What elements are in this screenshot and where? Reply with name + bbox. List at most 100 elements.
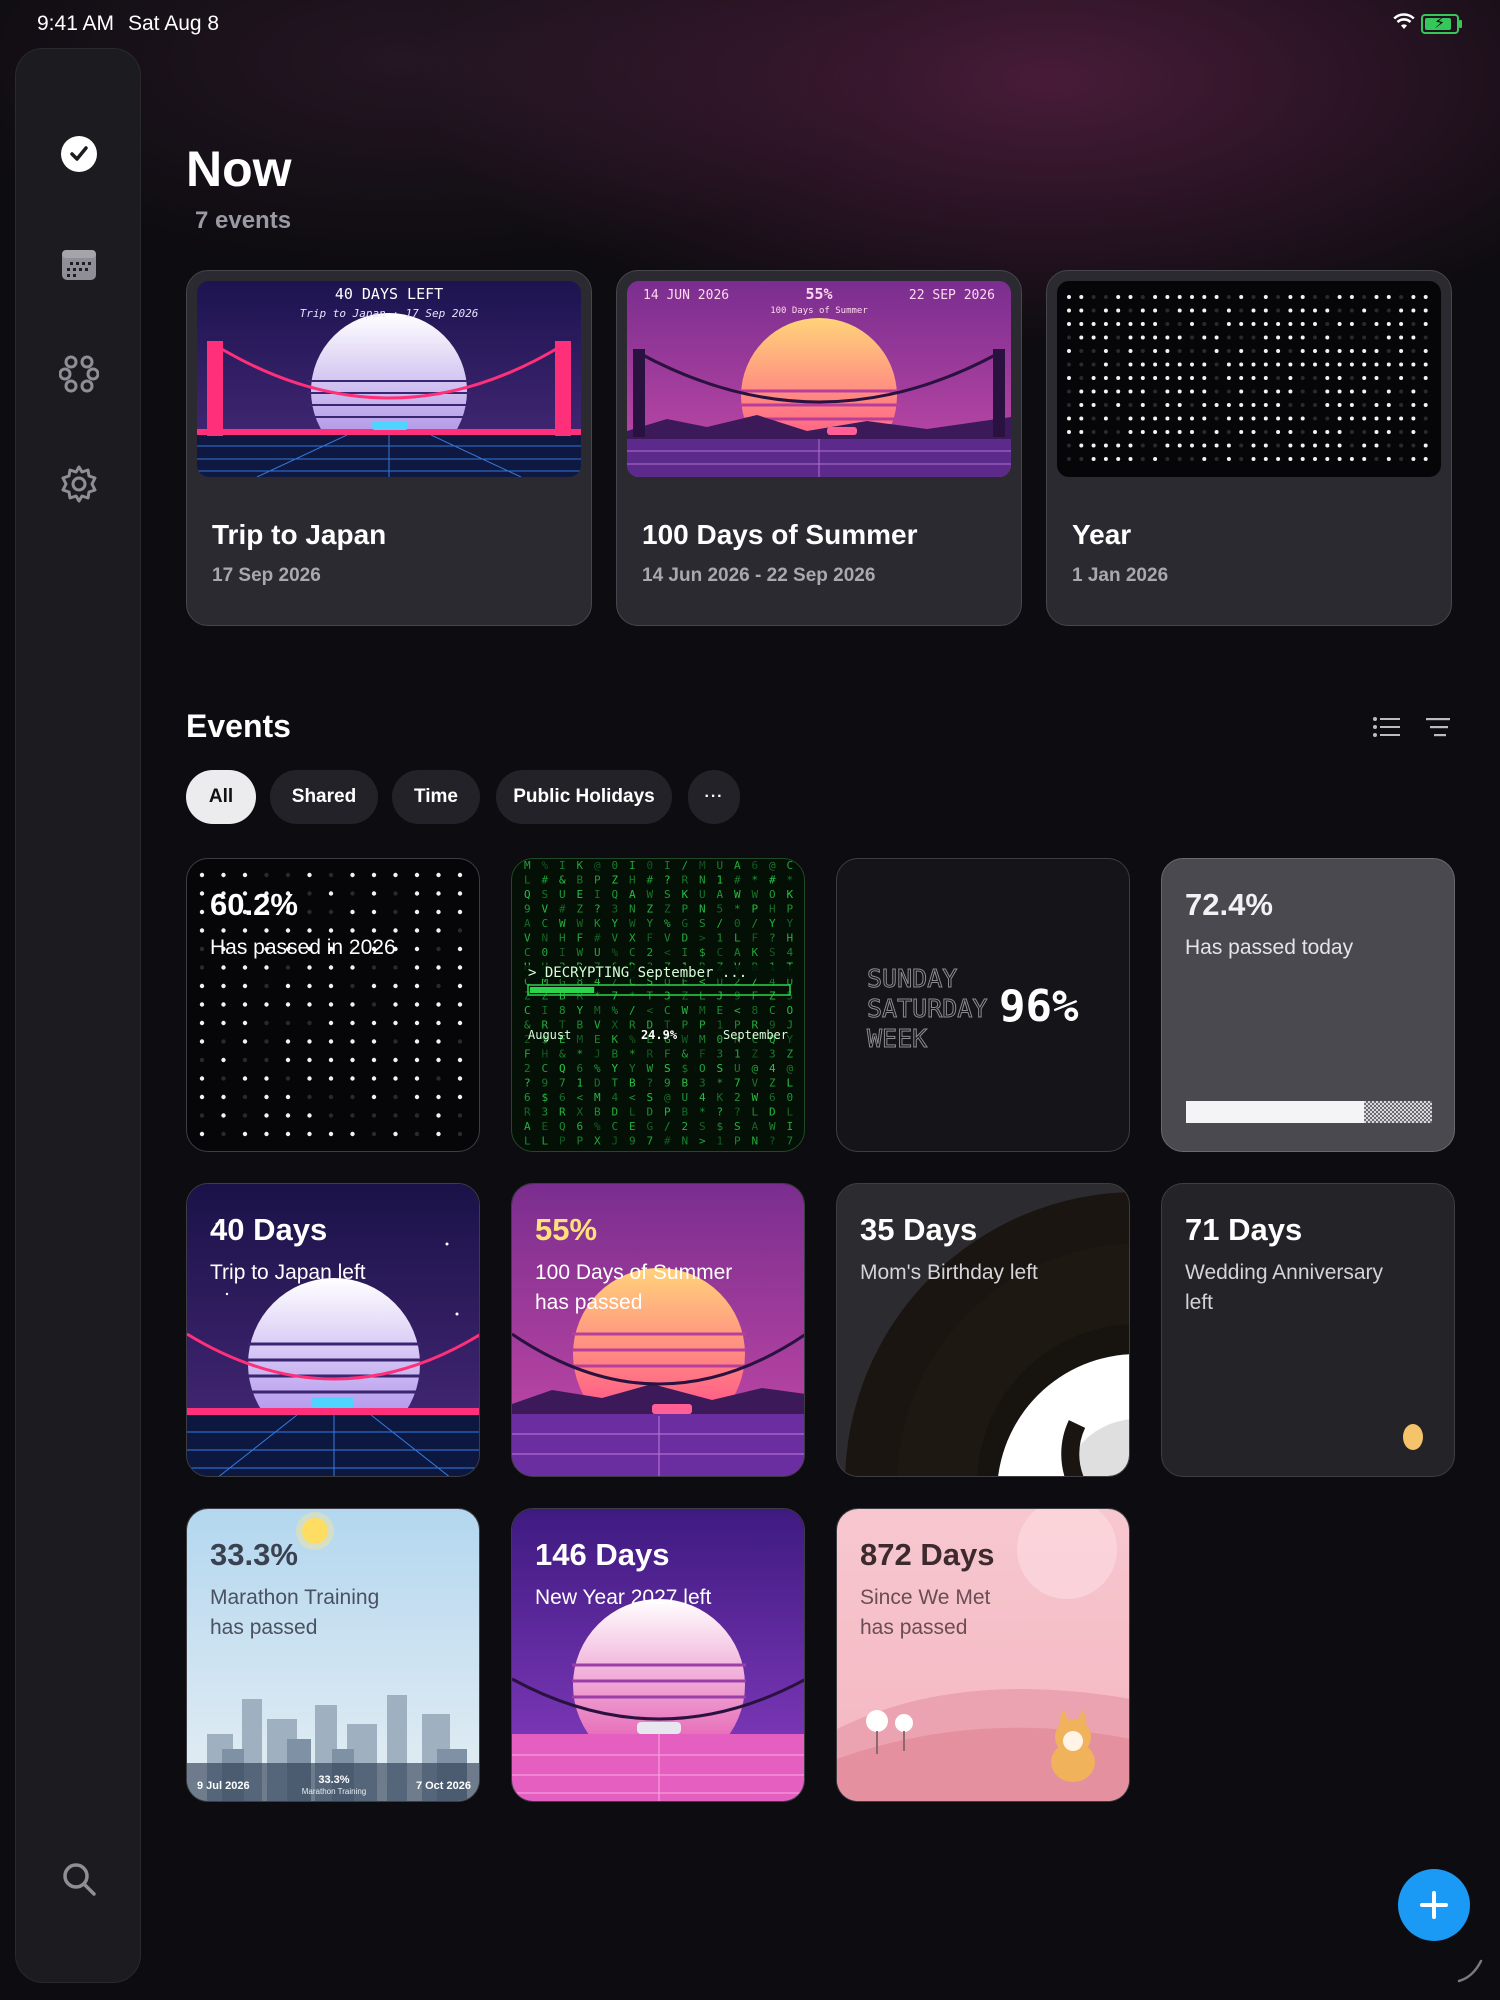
tile-trip-to-japan[interactable]: 40 Days Trip to Japan left (186, 1183, 480, 1477)
dot (414, 1076, 420, 1081)
dot (1140, 416, 1145, 421)
dot (436, 1113, 441, 1118)
page-title: Now (186, 141, 292, 197)
dot (1349, 416, 1354, 421)
dot (393, 1020, 398, 1026)
dot (328, 1002, 334, 1007)
dot (1386, 362, 1391, 367)
dot (1116, 430, 1121, 434)
dot (1251, 362, 1256, 367)
tile-today[interactable]: 72.4% Has passed today (1161, 858, 1455, 1152)
dot (1226, 376, 1231, 380)
dot (1399, 403, 1404, 407)
dot (1239, 308, 1244, 313)
dot (1202, 295, 1207, 299)
dot (285, 965, 291, 970)
tile-wedding-anniversary[interactable]: 71 Days Wedding Anniversary left (1161, 1183, 1455, 1477)
now-card-100-days-of-summer[interactable]: 14 JUN 2026 55% 22 SEP 2026 100 Days of … (616, 270, 1022, 626)
dot (1276, 308, 1281, 313)
dot (1374, 308, 1379, 313)
dot (1423, 362, 1428, 367)
filter-chip-public-holidays[interactable]: Public Holidays (496, 770, 672, 824)
dot (1251, 443, 1256, 448)
dot (436, 928, 441, 933)
now-card-year[interactable]: Year 1 Jan 2026 (1046, 270, 1452, 626)
filter-chip-time[interactable]: Time (392, 770, 480, 824)
dot (1362, 376, 1367, 380)
dot (1411, 308, 1416, 313)
dot (307, 1094, 312, 1100)
dot (1399, 295, 1404, 299)
dot (1263, 295, 1268, 299)
clock-icon[interactable] (59, 134, 99, 174)
dot (1128, 416, 1133, 421)
tile-marathon-training[interactable]: 9 Jul 2026 33.3% Marathon Training 7 Oct… (186, 1508, 480, 1802)
filter-icon[interactable] (1424, 714, 1454, 740)
tile-decrypting[interactable]: MLQ9AVCHCZC&2F2?6RAL%#SVCN0HMZIR$HC9$3EL… (511, 858, 805, 1152)
percent-text: 55% (805, 285, 832, 303)
tile-100-days-of-summer[interactable]: 55% 100 Days of Summer has passed (511, 1183, 805, 1477)
more-filters-button[interactable]: ··· (688, 770, 740, 824)
list-view-icon[interactable] (1372, 714, 1402, 740)
dot (1337, 416, 1342, 421)
calendar-icon[interactable] (59, 244, 99, 284)
dot (1337, 349, 1342, 353)
dot (1251, 335, 1256, 340)
dot (1239, 335, 1244, 340)
dot (1165, 416, 1170, 421)
dot (371, 1002, 377, 1007)
now-card-trip-to-japan[interactable]: 40 DAYS LEFT Trip to Japan · 17 Sep 2026… (186, 270, 592, 626)
dot (1411, 430, 1416, 434)
dot (414, 1057, 420, 1063)
dot (1325, 376, 1330, 380)
dot (285, 1057, 291, 1063)
dot (1116, 335, 1121, 340)
dot (1288, 443, 1293, 448)
dot (221, 872, 226, 878)
dot (414, 946, 420, 952)
widgets-icon[interactable] (58, 354, 100, 394)
dot (350, 1039, 355, 1044)
dot (264, 1020, 269, 1026)
dot (1239, 362, 1244, 367)
dot (1313, 430, 1317, 434)
filter-chip-shared[interactable]: Shared (270, 770, 378, 824)
dot (1349, 376, 1354, 380)
dot (1140, 403, 1145, 407)
dot (199, 946, 205, 952)
search-icon[interactable] (59, 1859, 99, 1899)
dot (393, 891, 398, 896)
dot (393, 1057, 398, 1063)
tile-label: New Year 2027 left (535, 1586, 712, 1609)
filter-chip-all[interactable]: All (186, 770, 256, 824)
dot (1079, 443, 1084, 448)
tile-year-progress[interactable]: 60.2% Has passed in 2026 (186, 858, 480, 1152)
dot (1153, 322, 1158, 326)
dot (1239, 389, 1244, 394)
dot (1140, 362, 1145, 367)
dot (1300, 349, 1305, 353)
dot (1251, 430, 1256, 434)
tile-since-we-met[interactable]: 872 Days Since We Met has passed (836, 1508, 1130, 1802)
dot (1190, 416, 1194, 421)
dot (1263, 335, 1268, 340)
gear-icon[interactable] (59, 464, 99, 504)
dot (436, 909, 441, 915)
dot (1362, 457, 1367, 461)
dot (1165, 403, 1170, 407)
tile-week[interactable]: SUNDAY SATURDAY WEEK 96% (836, 858, 1130, 1152)
today-progress-fill (1186, 1101, 1365, 1123)
marathon-center-sub: Marathon Training (302, 1787, 366, 1796)
resize-handle-icon (1457, 1959, 1483, 1983)
dot (1165, 295, 1170, 299)
tile-label: 100 Days of Summer has passed (535, 1258, 732, 1318)
dot (393, 1131, 398, 1137)
tile-new-year[interactable]: 146 Days New Year 2027 left (511, 1508, 805, 1802)
dot (1226, 308, 1231, 313)
dot (199, 928, 205, 933)
add-event-button[interactable] (1398, 1869, 1470, 1941)
dot (1325, 362, 1330, 367)
end-date: 22 SEP 2026 (909, 288, 995, 303)
dot (457, 872, 463, 878)
tile-moms-birthday[interactable]: 35 Days Mom's Birthday left (836, 1183, 1130, 1477)
